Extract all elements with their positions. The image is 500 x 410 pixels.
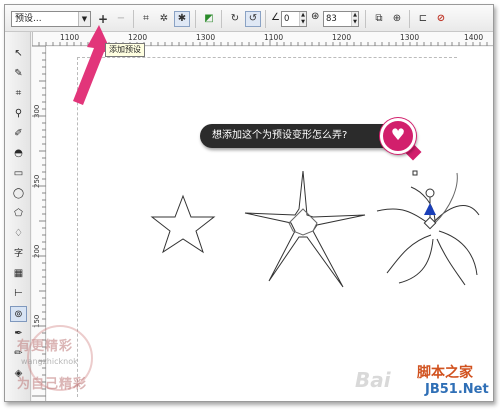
twister-icon: ✱ [177, 13, 187, 24]
center-distortion-button[interactable]: ⊕ [389, 11, 405, 27]
counterclockwise-rotation-button[interactable]: ↺ [245, 11, 261, 27]
rotate-cw-icon: ↻ [230, 13, 240, 24]
add-distortion-icon: ◩ [204, 13, 214, 24]
shape-edit-icon: ✎ [14, 68, 23, 79]
rectangle-icon: ▭ [13, 168, 24, 179]
additional-degrees-icon: ⊛ [311, 11, 320, 22]
additional-degrees-value: 83 [326, 14, 337, 24]
baidu-watermark: Bai [355, 368, 391, 392]
freehand-icon: ✐ [14, 128, 23, 139]
text-icon: 字 [13, 249, 23, 259]
dimension-icon: ⊢ [14, 288, 23, 299]
site-watermark: Bai 脚本之家 JB51.Net [355, 362, 495, 406]
toolbar-separator [409, 10, 410, 28]
distort-icon: ⊚ [14, 309, 23, 320]
copy-distortion-button[interactable]: ⧉ [371, 11, 387, 27]
ellipse-tool[interactable]: ◯ [10, 186, 27, 202]
add-new-distortion-button[interactable]: ◩ [201, 11, 217, 27]
table-icon: ▦ [13, 268, 24, 279]
distort-tool[interactable]: ⊚ [10, 306, 27, 322]
polygon-icon: ⬠ [14, 208, 23, 219]
toolbar-separator [221, 10, 222, 28]
convert-icon: ⊏ [418, 13, 428, 24]
copy-icon: ⧉ [375, 13, 383, 24]
rectangle-tool[interactable]: ▭ [10, 166, 27, 182]
complete-rotations-field[interactable]: 0 ▲ ▼ [281, 11, 307, 27]
basic-shapes-icon: ♢ [14, 228, 23, 239]
shape-tool[interactable]: ✎ [10, 66, 27, 82]
watermark-line: wangzhicknok [21, 357, 78, 366]
star-shape [150, 194, 216, 254]
convert-to-curves-button[interactable]: ⊏ [415, 11, 431, 27]
table-tool[interactable]: ▦ [10, 266, 27, 282]
zoom-tool[interactable]: ⚲ [10, 106, 27, 122]
angle-icon: ∠ [271, 12, 280, 23]
spin-arrows-icon[interactable]: ▲ ▼ [351, 12, 358, 26]
polygon-tool[interactable]: ⬠ [10, 206, 27, 222]
heart-icon: ♥ [380, 118, 416, 154]
smart-fill-tool[interactable]: ◓ [10, 146, 27, 162]
distortion-handle[interactable] [412, 170, 437, 230]
text-tool[interactable]: 字 [10, 246, 27, 262]
corel-window: 预设... ▼ + − ⌗ ✲ ✱ ◩ ↻ ↺ ∠ 0 ▲ ▼ ⊛ 83 ▲ ▼ ⧉… [4, 4, 494, 402]
bucket-icon: ◓ [14, 148, 23, 159]
freehand-tool[interactable]: ✐ [10, 126, 27, 142]
clear-distortion-button[interactable]: ⊘ [433, 11, 449, 27]
crop-icon: ⌗ [15, 88, 22, 99]
clear-icon: ⊘ [436, 13, 446, 24]
ellipse-icon: ◯ [12, 188, 25, 199]
twister-distortion-button[interactable]: ✱ [174, 11, 190, 27]
site-name: 脚本之家 [417, 365, 473, 381]
additional-degrees-field[interactable]: 83 ▲ ▼ [323, 11, 359, 27]
complete-rotations-value: 0 [284, 14, 290, 24]
watermark-line: 为自己精彩 [17, 377, 88, 392]
spin-arrows-icon[interactable]: ▲ ▼ [299, 12, 306, 26]
annotation-bubble: 想添加这个为预设变形怎么弄? [200, 124, 408, 148]
annotation-text: 想添加这个为预设变形怎么弄? [212, 130, 348, 141]
crop-tool[interactable]: ⌗ [10, 86, 27, 102]
watermark-stamp: 有更精彩 wangzhicknok 为自己精彩 [11, 325, 103, 397]
pointer-icon: ↖ [14, 48, 23, 59]
site-url: JB51.Net [425, 382, 489, 397]
clockwise-rotation-button[interactable]: ↻ [227, 11, 243, 27]
toolbar-separator [365, 10, 366, 28]
basic-shapes-tool[interactable]: ♢ [10, 226, 27, 242]
add-preset-tooltip: 添加预设 [105, 43, 145, 57]
rotate-ccw-icon: ↺ [248, 13, 258, 24]
zipper-distortion-button[interactable]: ✲ [156, 11, 172, 27]
preset-value: 预设... [15, 14, 42, 24]
watermark-line: 有更精彩 [17, 339, 74, 354]
crosshair-icon: ⊕ [392, 13, 402, 24]
toolbar-separator [265, 10, 266, 28]
toolbar-separator [195, 10, 196, 28]
dimension-tool[interactable]: ⊢ [10, 286, 27, 302]
zipper-icon: ✲ [159, 13, 169, 24]
pointer-arrow [73, 25, 111, 105]
pushed-star-shape [244, 170, 366, 288]
pick-tool[interactable]: ↖ [10, 46, 27, 62]
magnifier-icon: ⚲ [14, 108, 23, 119]
